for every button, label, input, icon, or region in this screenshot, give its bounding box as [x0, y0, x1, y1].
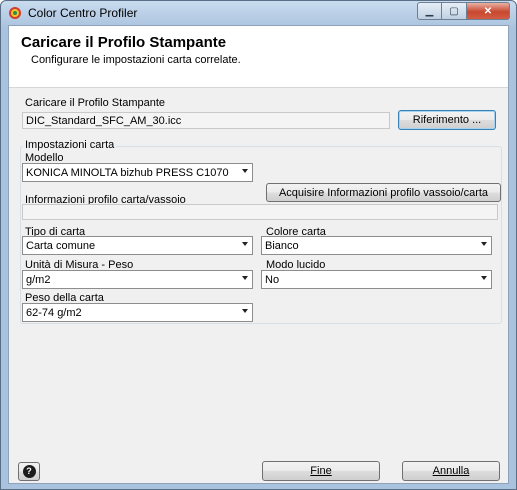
gloss-value: No	[265, 274, 280, 286]
paper-settings-title: Impostazioni carta	[23, 139, 117, 151]
paper-type-value: Carta comune	[26, 240, 96, 252]
close-icon: ✕	[483, 5, 493, 17]
chevron-down-icon	[242, 309, 248, 313]
paper-color-value: Bianco	[265, 240, 299, 252]
profile-filename-field[interactable]: DIC_Standard_SFC_AM_30.icc	[22, 112, 390, 129]
caption-buttons: ▁ ▢ ✕	[417, 2, 510, 20]
tray-info-field[interactable]	[22, 204, 498, 220]
help-icon: ?	[22, 465, 36, 478]
chevron-down-icon	[481, 276, 487, 280]
cancel-label: Annulla	[432, 465, 470, 477]
acquire-tray-info-button[interactable]: Acquisire Informazioni profilo vassoio/c…	[266, 183, 501, 202]
model-select[interactable]: KONICA MINOLTA bizhub PRESS C1070	[22, 163, 253, 182]
weight-value: 62-74 g/m2	[26, 307, 82, 319]
app-window: Color Centro Profiler ▁ ▢ ✕ Caricare il …	[0, 0, 517, 490]
chevron-down-icon	[242, 169, 248, 173]
unit-value: g/m2	[26, 274, 51, 286]
profile-label: Caricare il Profilo Stampante	[25, 97, 166, 109]
finish-label: Fine	[310, 465, 332, 477]
maximize-icon: ▢	[449, 5, 459, 17]
wizard-header: Caricare il Profilo Stampante Configurar…	[9, 26, 508, 88]
page-title: Caricare il Profilo Stampante	[21, 34, 227, 51]
chevron-down-icon	[481, 242, 487, 246]
close-button[interactable]: ✕	[467, 2, 510, 20]
browse-button[interactable]: Riferimento ...	[398, 110, 496, 130]
gloss-select[interactable]: No	[261, 270, 492, 289]
minimize-icon: ▁	[425, 5, 434, 17]
dialog-client: Caricare il Profilo Stampante Configurar…	[8, 25, 509, 484]
unit-select[interactable]: g/m2	[22, 270, 253, 289]
model-value: KONICA MINOLTA bizhub PRESS C1070	[26, 167, 229, 179]
chevron-down-icon	[242, 242, 248, 246]
help-button[interactable]: ?	[18, 462, 40, 481]
minimize-button[interactable]: ▁	[417, 2, 442, 20]
cancel-button[interactable]: Annulla	[402, 461, 500, 481]
finish-button[interactable]: Fine	[262, 461, 380, 481]
page-subtitle: Configurare le impostazioni carta correl…	[31, 54, 241, 66]
title-bar[interactable]: Color Centro Profiler ▁ ▢ ✕	[1, 1, 516, 25]
window-title: Color Centro Profiler	[28, 6, 138, 20]
weight-select[interactable]: 62-74 g/m2	[22, 303, 253, 322]
chevron-down-icon	[242, 276, 248, 280]
app-icon	[9, 7, 21, 19]
paper-type-select[interactable]: Carta comune	[22, 236, 253, 255]
paper-color-select[interactable]: Bianco	[261, 236, 492, 255]
maximize-button[interactable]: ▢	[442, 2, 467, 20]
